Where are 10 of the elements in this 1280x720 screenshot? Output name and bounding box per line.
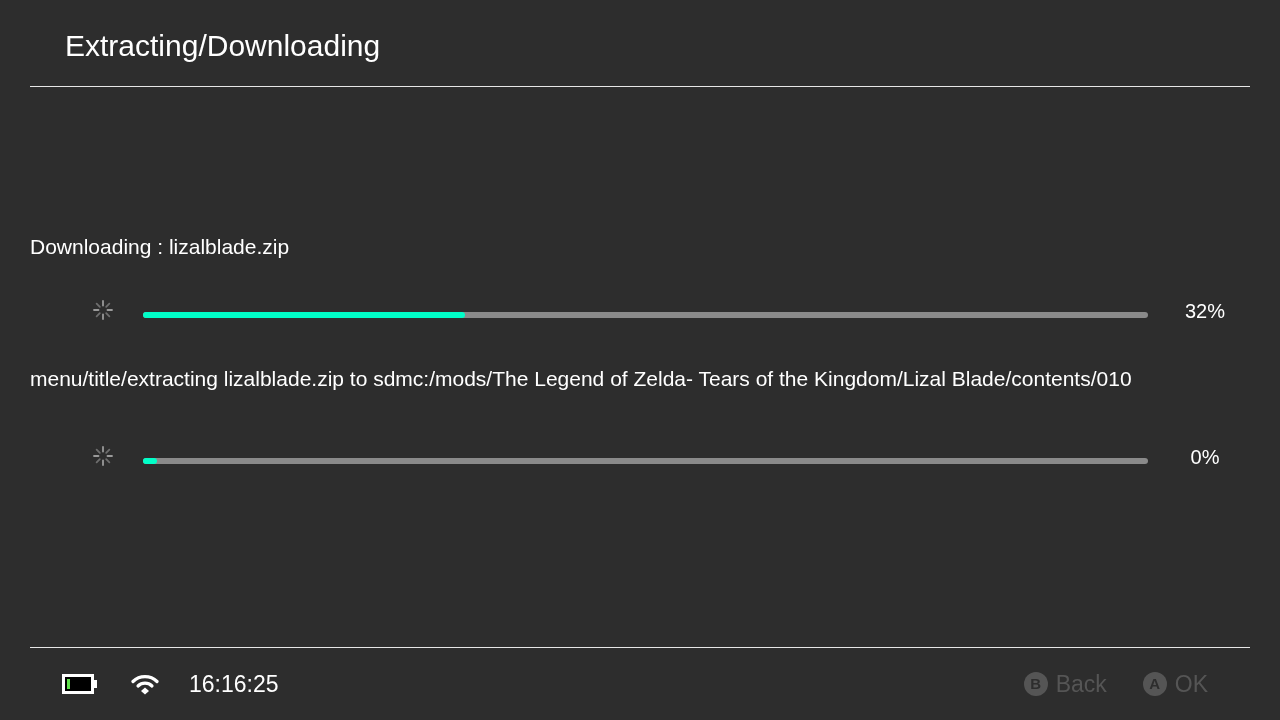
screen-title: Extracting/Downloading <box>65 28 381 64</box>
task-label: Downloading : lizalblade.zip <box>30 234 291 260</box>
loading-spinner-icon <box>93 446 113 466</box>
progress-percent: 0% <box>1189 445 1221 469</box>
wifi-icon <box>131 673 159 695</box>
loading-spinner-icon <box>93 300 113 320</box>
task-label: menu/title/extracting lizalblade.zip to sdmc:/mods/The Legend of Zelda- Tears of the Kingdom/Lizal Blade/contents/010 <box>30 366 1133 392</box>
progress-percent: 32% <box>1184 299 1226 323</box>
clock-time: 16:16:25 <box>189 670 279 698</box>
battery-icon <box>62 674 98 694</box>
